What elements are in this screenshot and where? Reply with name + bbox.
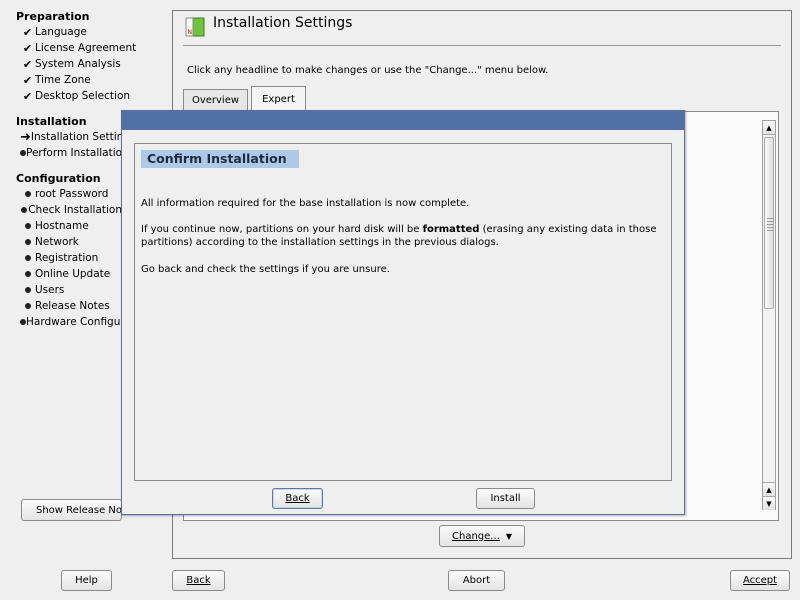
formatted-emphasis: formatted [422,224,480,235]
dialog-back-button[interactable]: Back [272,488,323,509]
sidebar-item-system-analysis: ✔ System Analysis [20,56,121,72]
show-release-notes-button[interactable]: Show Release Notes [21,499,122,521]
dialog-titlebar[interactable] [122,111,684,130]
accept-button[interactable]: Accept [730,570,790,591]
grip-icon [767,218,773,232]
bullet-icon [20,303,35,309]
sidebar-item-root-password: root Password [20,186,108,202]
checkmark-icon: ✔ [22,41,33,55]
sidebar-item-hostname: Hostname [20,218,89,234]
sidebar-item-check-installation: Check Installation [20,202,122,218]
tab-expert[interactable]: Expert [251,86,306,111]
sidebar-item-release-notes: Release Notes [20,298,110,314]
sidebar-item-users: Users [20,282,64,298]
bullet-icon [20,207,28,213]
svg-text:N: N [188,29,193,36]
instruction-text: Click any headline to make changes or us… [187,65,549,76]
change-button-label: Change... [452,530,500,542]
checkmark-icon: ✔ [22,89,33,103]
sidebar-item-registration: Registration [20,250,98,266]
sidebar-item-language: ✔ Language [20,24,87,40]
sidebar-item-network: Network [20,234,79,250]
bullet-icon [20,191,35,197]
bullet-icon [20,223,35,229]
abort-button[interactable]: Abort [448,570,505,591]
help-button[interactable]: Help [61,570,112,591]
scrollbar-thumb[interactable] [764,137,774,309]
bullet-icon [20,239,35,245]
tab-overview[interactable]: Overview [183,89,248,111]
sidebar-item-perform-installation: Perform Installation [20,145,122,161]
bullet-icon [20,255,35,261]
sidebar-item-hardware-configuration: Hardware Configuration [20,314,122,330]
scroll-up-icon[interactable]: ▲ [763,121,775,135]
dropdown-arrow-icon: ▼ [505,531,512,541]
install-button[interactable]: Install [476,488,535,509]
bullet-icon [20,287,35,293]
section-title-preparation: Preparation [16,10,90,23]
package-icon: N [185,17,205,37]
checkmark-icon: ✔ [22,57,33,71]
sidebar-item-desktop: ✔ Desktop Selection [20,88,130,104]
scroll-down-icon[interactable]: ▼ [763,496,775,510]
header-divider [183,45,781,46]
bullet-icon [20,271,35,277]
vertical-scrollbar[interactable]: ▲ ▲ ▼ [762,120,776,510]
dialog-heading: Confirm Installation [141,150,299,168]
checkmark-icon: ✔ [22,73,33,87]
page-title: Installation Settings [213,15,353,31]
confirm-installation-dialog: Confirm Installation All information req… [121,110,685,515]
change-menu-button[interactable]: Change... ▼ [439,525,525,547]
section-title-configuration: Configuration [16,172,101,185]
sidebar-item-installation-settings: ➜Installation Settings [20,129,122,145]
back-button[interactable]: Back [172,570,225,591]
sidebar-item-online-update: Online Update [20,266,110,282]
checkmark-icon: ✔ [22,25,33,39]
scroll-up-small-icon[interactable]: ▲ [763,482,775,496]
sidebar-item-time-zone: ✔ Time Zone [20,72,91,88]
dialog-content: Confirm Installation All information req… [134,143,672,481]
dialog-paragraph-warning: If you continue now, partitions on your … [141,224,657,248]
arrow-right-icon: ➜ [20,129,31,145]
dialog-paragraph-advice: Go back and check the settings if you ar… [141,264,390,275]
section-title-installation: Installation [16,115,87,128]
dialog-paragraph-complete: All information required for the base in… [141,198,470,209]
sidebar-item-license: ✔ License Agreement [20,40,136,56]
